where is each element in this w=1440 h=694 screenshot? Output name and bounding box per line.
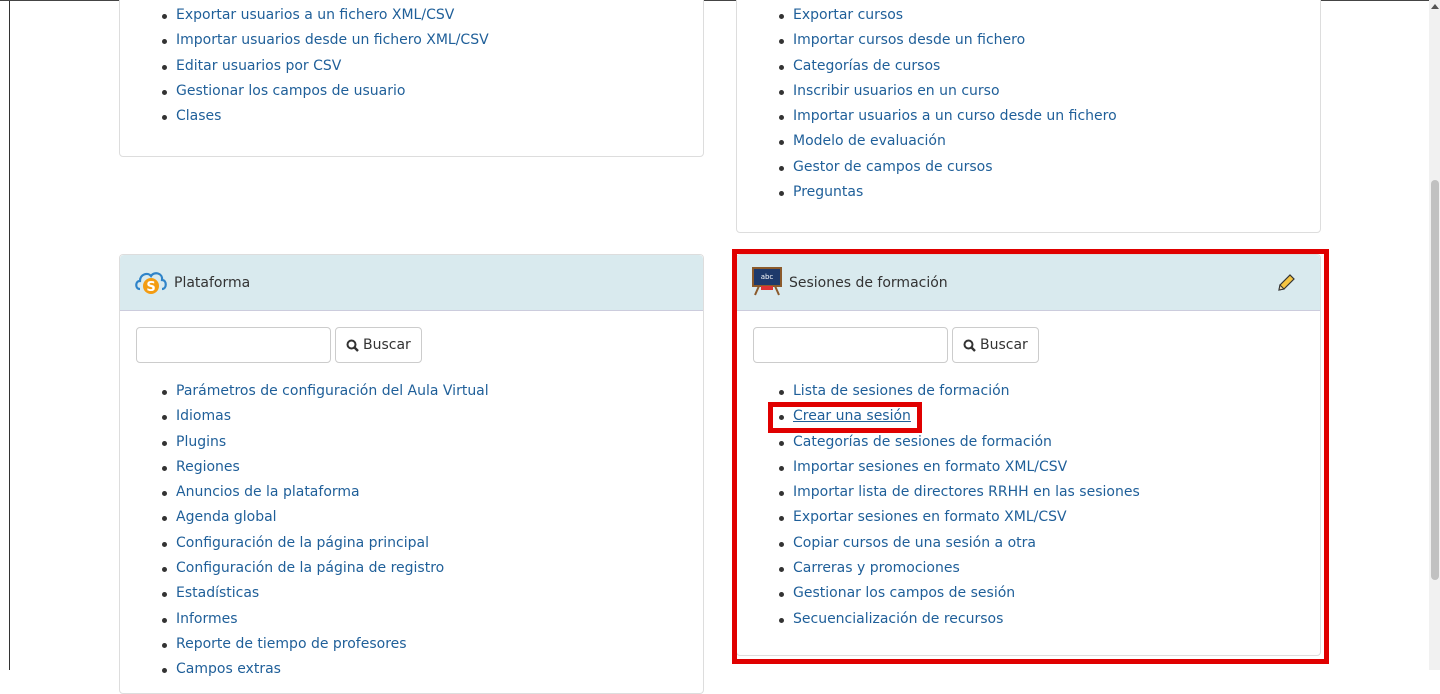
link-grading-model[interactable]: Modelo de evaluación [774, 129, 1117, 154]
sessions-search-row: Buscar [753, 327, 1039, 363]
platform-search-label: Buscar [363, 337, 411, 353]
sessions-panel-header: abc Sesiones de formación [737, 255, 1320, 311]
link-resource-sequencing[interactable]: Secuencialización de recursos [774, 607, 1140, 632]
users-panel: Exportar usuarios a un fichero XML/CSV I… [119, 0, 704, 157]
sessions-links: Lista de sesiones de formación Crear una… [774, 379, 1140, 632]
sessions-search-label: Buscar [980, 337, 1028, 353]
link-regions[interactable]: Regiones [157, 455, 489, 480]
link-announcements[interactable]: Anuncios de la plataforma [157, 480, 489, 505]
link-import-hr-directors[interactable]: Importar lista de directores RRHH en las… [774, 480, 1140, 505]
platform-panel-header: S Plataforma [120, 255, 703, 311]
cloud-s-icon: S [134, 267, 168, 299]
link-plugins[interactable]: Plugins [157, 430, 489, 455]
link-teacher-time-report[interactable]: Reporte de tiempo de profesores [157, 632, 489, 657]
link-copy-courses[interactable]: Copiar cursos de una sesión a otra [774, 531, 1140, 556]
link-import-courses[interactable]: Importar cursos desde un fichero [774, 28, 1117, 53]
link-questions[interactable]: Preguntas [774, 180, 1117, 205]
users-links: Exportar usuarios a un fichero XML/CSV I… [157, 3, 489, 129]
pencil-icon[interactable] [1276, 273, 1296, 297]
scroll-up-arrow-icon[interactable] [1431, 4, 1439, 9]
link-export-courses[interactable]: Exportar cursos [774, 3, 1117, 28]
window-left-border [0, 0, 10, 670]
link-careers-promotions[interactable]: Carreras y promociones [774, 556, 1140, 581]
sessions-search-input[interactable] [753, 327, 948, 363]
link-edit-users-csv[interactable]: Editar usuarios por CSV [157, 54, 489, 79]
platform-search-input[interactable] [136, 327, 331, 363]
link-create-session[interactable]: Crear una sesión [774, 404, 1140, 429]
sessions-search-button[interactable]: Buscar [952, 327, 1039, 363]
link-classes[interactable]: Clases [157, 104, 489, 129]
link-import-users[interactable]: Importar usuarios desde un fichero XML/C… [157, 28, 489, 53]
link-course-fields[interactable]: Gestor de campos de cursos [774, 155, 1117, 180]
platform-links: Parámetros de configuración del Aula Vir… [157, 379, 489, 683]
link-reports[interactable]: Informes [157, 607, 489, 632]
courses-links: Exportar cursos Importar cursos desde un… [774, 3, 1117, 205]
link-import-users-course[interactable]: Importar usuarios a un curso desde un fi… [774, 104, 1117, 129]
link-registration-config[interactable]: Configuración de la página de registro [157, 556, 489, 581]
link-languages[interactable]: Idiomas [157, 404, 489, 429]
sessions-panel-title: Sesiones de formación [789, 274, 948, 291]
link-course-categories[interactable]: Categorías de cursos [774, 54, 1117, 79]
link-session-categories[interactable]: Categorías de sesiones de formación [774, 430, 1140, 455]
link-statistics[interactable]: Estadísticas [157, 581, 489, 606]
courses-panel: Exportar cursos Importar cursos desde un… [736, 0, 1321, 233]
search-icon [346, 339, 359, 352]
svg-text:S: S [146, 280, 155, 295]
vertical-scrollbar[interactable] [1429, 0, 1440, 670]
link-export-sessions[interactable]: Exportar sesiones en formato XML/CSV [774, 505, 1140, 530]
scrollbar-thumb[interactable] [1431, 180, 1439, 580]
link-enroll-users[interactable]: Inscribir usuarios en un curso [774, 79, 1117, 104]
link-session-fields[interactable]: Gestionar los campos de sesión [774, 581, 1140, 606]
platform-panel: S Plataforma Buscar Parámetros de config… [119, 254, 704, 694]
platform-panel-title: Plataforma [174, 274, 251, 291]
link-import-sessions[interactable]: Importar sesiones en formato XML/CSV [774, 455, 1140, 480]
link-global-agenda[interactable]: Agenda global [157, 505, 489, 530]
svg-text:abc: abc [761, 273, 774, 281]
link-export-users[interactable]: Exportar usuarios a un fichero XML/CSV [157, 3, 489, 28]
platform-search-row: Buscar [136, 327, 422, 363]
link-session-list[interactable]: Lista de sesiones de formación [774, 379, 1140, 404]
link-config-params[interactable]: Parámetros de configuración del Aula Vir… [157, 379, 489, 404]
sessions-panel: abc Sesiones de formación Buscar Lista d… [736, 254, 1321, 656]
platform-search-button[interactable]: Buscar [335, 327, 422, 363]
link-homepage-config[interactable]: Configuración de la página principal [157, 531, 489, 556]
blackboard-icon: abc [751, 266, 783, 300]
link-user-fields[interactable]: Gestionar los campos de usuario [157, 79, 489, 104]
search-icon [963, 339, 976, 352]
